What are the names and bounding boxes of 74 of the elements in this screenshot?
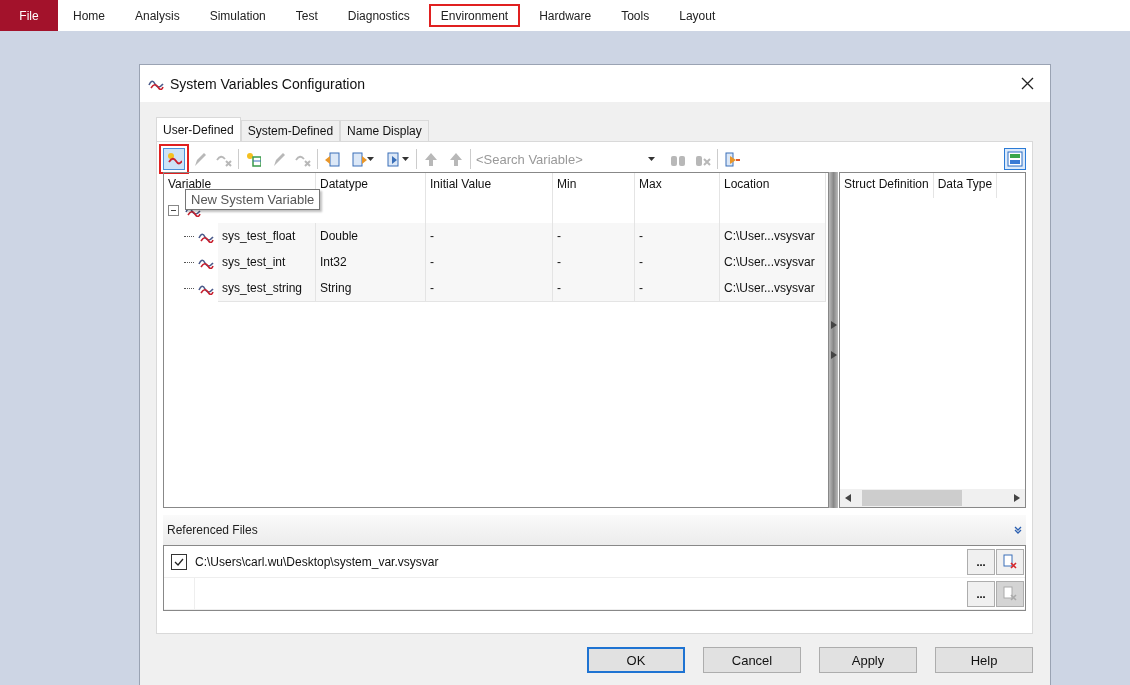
dialog-button[interactable]: OK: [587, 647, 685, 673]
caret-icon: [366, 157, 374, 161]
menu-tab[interactable]: Environment: [424, 0, 525, 31]
menu-tab[interactable]: Home: [58, 0, 120, 31]
table-cell: C:\User...vsysvar: [720, 275, 826, 302]
browse-button[interactable]: ...: [967, 580, 995, 607]
tab[interactable]: Name Display: [340, 120, 429, 141]
column-header[interactable]: Location: [720, 173, 826, 198]
document-cross-icon: [1003, 586, 1017, 601]
document-play-icon: [385, 150, 402, 168]
table-cell[interactable]: sys_test_string: [218, 275, 316, 302]
menu-tab[interactable]: Tools: [606, 0, 665, 31]
split-panes-icon: [1007, 151, 1023, 167]
menu-tab[interactable]: Layout: [664, 0, 731, 31]
sparkle-table-icon: [245, 150, 261, 168]
scrollbar[interactable]: [840, 489, 1025, 507]
browse-button[interactable]: ...: [967, 548, 995, 575]
section-header[interactable]: Referenced Files: [163, 515, 1026, 545]
column-header[interactable]: Min: [553, 173, 635, 198]
dialog-button[interactable]: Apply: [819, 647, 917, 673]
document-arrow-icon: [724, 150, 740, 168]
tooltip: New System Variable: [185, 189, 321, 210]
arrow-icon: [830, 321, 837, 329]
table-cell: C:\User...vsysvar: [720, 223, 826, 250]
table-cell: String: [316, 275, 426, 302]
arrow-icon: [830, 351, 837, 359]
menu-tab[interactable]: Diagnostics: [332, 0, 425, 31]
table-cell: Int32: [316, 249, 426, 276]
caret-icon: [401, 157, 409, 161]
column-header[interactable]: Data Type: [933, 173, 998, 198]
tab[interactable]: System-Defined: [240, 120, 341, 141]
file-path: C:\Users\carl.wu\Desktop\system_var.vsysvar: [195, 554, 440, 569]
menu-tab[interactable]: File: [0, 0, 58, 31]
table-cell: Double: [316, 223, 426, 250]
column-header[interactable]: Struct Definition: [840, 173, 934, 198]
check-icon: [174, 557, 184, 566]
table-cell[interactable]: sys_test_float: [218, 223, 316, 250]
table-cell: -: [426, 249, 553, 276]
table-cell: -: [553, 249, 635, 276]
table-cell: -: [635, 223, 720, 250]
collapse-toggle[interactable]: [168, 205, 179, 216]
arrow-icon: [845, 494, 851, 502]
caret-icon: [648, 157, 655, 161]
table-cell[interactable]: sys_test_int: [218, 249, 316, 276]
menu-tab[interactable]: Analysis: [120, 0, 195, 31]
chevron-icon: [1014, 526, 1022, 534]
dialog-button[interactable]: Cancel: [703, 647, 801, 673]
search-dropdown[interactable]: <Search Variable>: [474, 149, 664, 169]
layout-toggle-button[interactable]: [1004, 148, 1026, 170]
pane-splitter[interactable]: [829, 172, 838, 508]
dialog-button[interactable]: Help: [935, 647, 1033, 673]
section-title: Referenced Files: [167, 523, 258, 537]
table-cell: C:\User...vsysvar: [720, 249, 826, 276]
table-cell: -: [553, 275, 635, 302]
window-title: System Variables Configuration: [170, 75, 367, 92]
document-arrow-icon: [350, 150, 367, 168]
checkbox[interactable]: [171, 553, 187, 570]
table-cell: -: [426, 275, 553, 302]
document-cross-icon: [1003, 554, 1017, 569]
table-cell: -: [635, 275, 720, 302]
document-arrow-icon: [324, 150, 340, 168]
table-cell: -: [635, 249, 720, 276]
menu-tab[interactable]: Hardware: [524, 0, 607, 31]
tab[interactable]: User-Defined: [156, 117, 241, 141]
arrow-icon: [1014, 494, 1020, 502]
menu-tab[interactable]: Test: [280, 0, 333, 31]
remove-button[interactable]: [996, 548, 1024, 575]
column-header[interactable]: Max: [635, 173, 720, 198]
menu-tab[interactable]: Simulation: [194, 0, 281, 31]
column-header[interactable]: Initial Value: [426, 173, 553, 198]
close-icon: [1020, 77, 1034, 90]
table-cell: -: [426, 223, 553, 250]
search-field[interactable]: <Search Variable>: [474, 150, 648, 168]
table-cell: -: [553, 223, 635, 250]
